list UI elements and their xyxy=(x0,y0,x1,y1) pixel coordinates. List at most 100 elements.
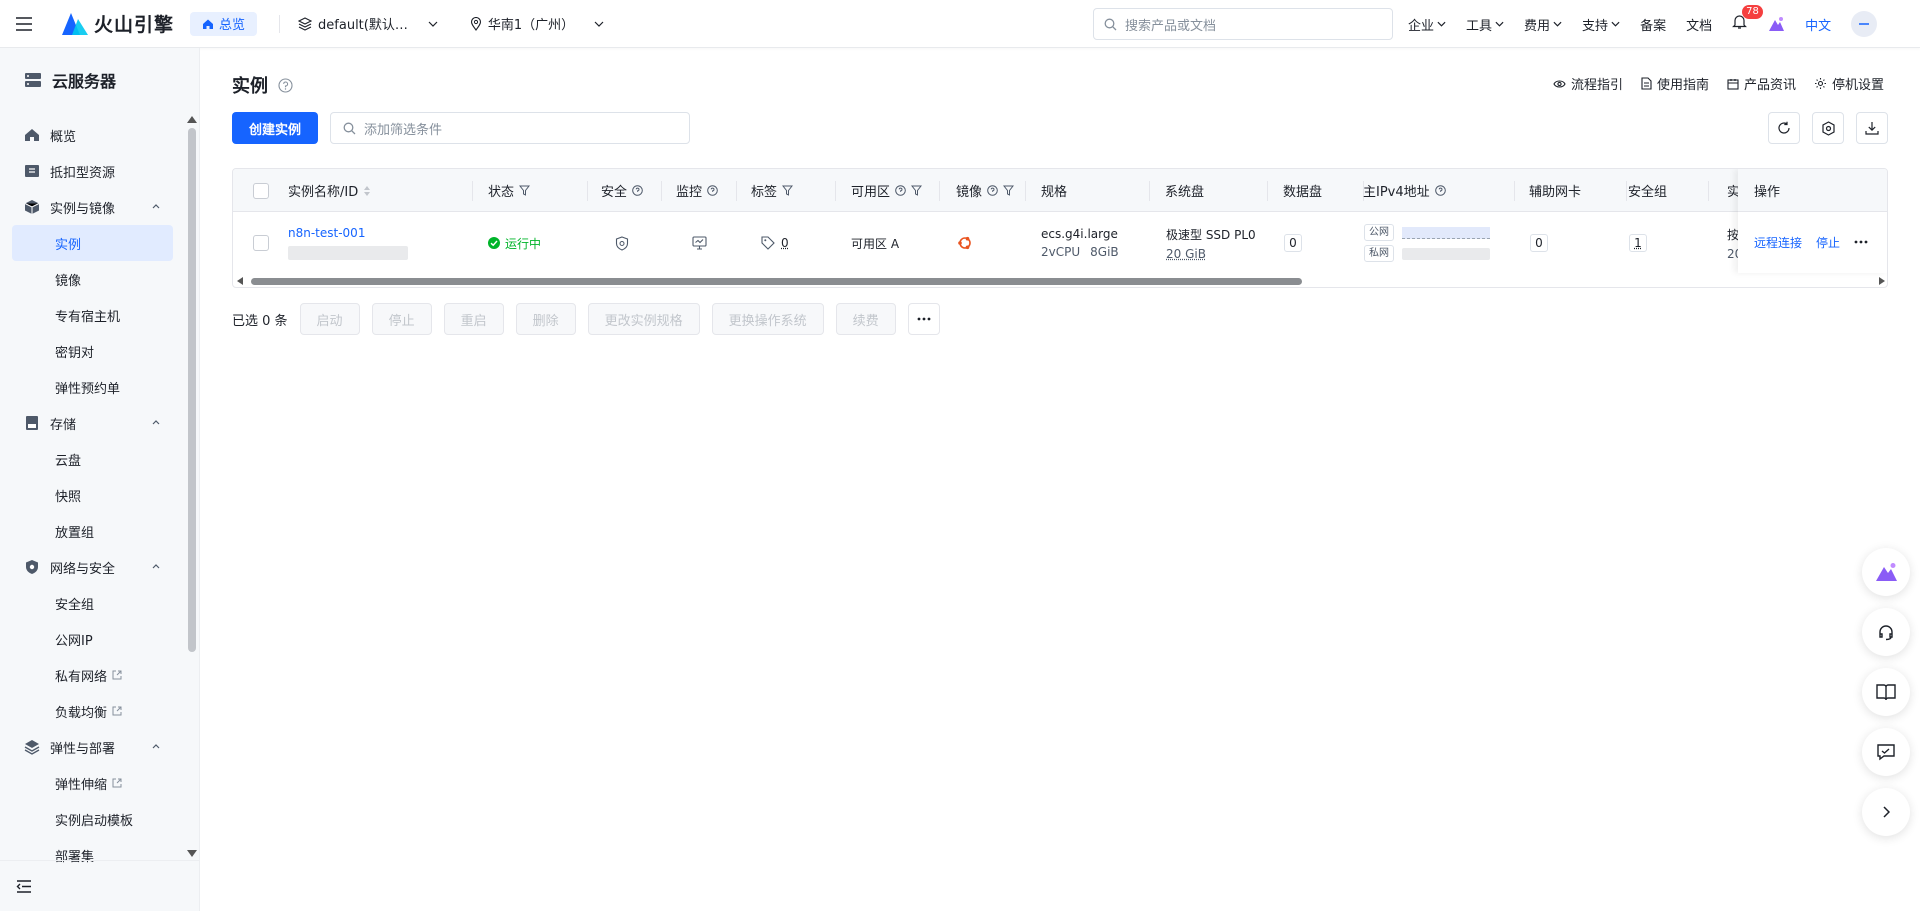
sidebar-item-dedicated-host[interactable]: 专有宿主机 xyxy=(12,297,173,333)
docs-button[interactable] xyxy=(1862,668,1910,716)
checkbox[interactable] xyxy=(253,182,269,199)
shield-icon[interactable] xyxy=(615,235,629,251)
remote-connect-link[interactable]: 远程连接 xyxy=(1754,234,1802,251)
scroll-up-arrow[interactable] xyxy=(187,116,197,123)
renew-button[interactable]: 续费 xyxy=(835,303,896,335)
region-selector[interactable]: 华南1（广州） xyxy=(470,14,604,33)
sidebar-item-deduction[interactable]: 抵扣型资源 xyxy=(12,153,173,189)
sidebar-group-network-security[interactable]: 网络与安全 xyxy=(12,549,173,585)
filter-icon[interactable] xyxy=(519,185,531,196)
sidebar-group-instances-images[interactable]: 实例与镜像 xyxy=(12,189,173,225)
public-ip-redacted[interactable] xyxy=(1402,226,1490,239)
sidebar-item-cloud-disk[interactable]: 云盘 xyxy=(12,441,173,477)
table-horizontal-scrollbar[interactable] xyxy=(233,274,1887,287)
nav-billing[interactable]: 费用 xyxy=(1524,15,1562,34)
secondary-nic-count[interactable]: 0 xyxy=(1530,234,1548,252)
sidebar-item-launch-template[interactable]: 实例启动模板 xyxy=(12,801,173,837)
col-name[interactable]: 实例名称/ID xyxy=(288,169,371,212)
col-zone[interactable]: 可用区 xyxy=(851,169,923,212)
scroll-thumb[interactable] xyxy=(251,278,1302,285)
nav-filing[interactable]: 备案 xyxy=(1640,15,1666,34)
help-circle-icon[interactable] xyxy=(1434,185,1446,196)
select-all-checkbox[interactable] xyxy=(253,169,269,212)
nav-docs[interactable]: 文档 xyxy=(1686,15,1712,34)
filter-icon[interactable] xyxy=(782,185,794,196)
language-switch[interactable]: 中文 xyxy=(1805,15,1831,34)
refresh-button[interactable] xyxy=(1768,112,1800,144)
more-icon[interactable] xyxy=(1854,240,1868,244)
col-tags[interactable]: 标签 xyxy=(751,169,794,212)
filter-icon[interactable] xyxy=(1003,185,1015,196)
nav-support[interactable]: 支持 xyxy=(1582,15,1620,34)
overview-button[interactable]: 总览 xyxy=(190,11,258,36)
menu-icon[interactable] xyxy=(0,0,48,48)
sidebar-item-placement-group[interactable]: 放置组 xyxy=(12,513,173,549)
help-circle-icon[interactable] xyxy=(707,185,718,196)
change-os-button[interactable]: 更换操作系统 xyxy=(711,303,824,335)
brand-logo[interactable]: 火山引擎 xyxy=(62,10,174,37)
system-disk-size[interactable]: 20 GiB xyxy=(1166,247,1256,261)
sidebar-item-elastic-reservation[interactable]: 弹性预约单 xyxy=(12,369,173,405)
col-image[interactable]: 镜像 xyxy=(956,169,1015,212)
checkbox[interactable] xyxy=(253,235,269,251)
download-button[interactable] xyxy=(1856,112,1888,144)
security-group-count[interactable]: 1 xyxy=(1629,234,1647,252)
help-circle-icon[interactable] xyxy=(987,185,998,196)
restart-button[interactable]: 重启 xyxy=(443,303,504,335)
sidebar-item-vpc[interactable]: 私有网络 xyxy=(12,657,173,693)
private-ip-redacted[interactable] xyxy=(1402,247,1490,260)
instance-name-link[interactable]: n8n-test-001 xyxy=(288,226,408,240)
sidebar-group-elastic-deploy[interactable]: 弹性与部署 xyxy=(12,729,173,765)
cell-tags[interactable]: 0 xyxy=(761,213,789,273)
stop-button[interactable]: 停止 xyxy=(371,303,432,335)
link-process-guide[interactable]: 流程指引 xyxy=(1553,74,1623,93)
ubuntu-icon[interactable] xyxy=(957,235,973,251)
start-button[interactable]: 启动 xyxy=(299,303,360,335)
sidebar-item-public-ip[interactable]: 公网IP xyxy=(12,621,173,657)
scroll-left-arrow[interactable] xyxy=(237,277,243,285)
create-instance-button[interactable]: 创建实例 xyxy=(232,112,318,144)
link-user-guide[interactable]: 使用指南 xyxy=(1641,74,1709,93)
sidebar-item-keypair[interactable]: 密钥对 xyxy=(12,333,173,369)
expand-button[interactable] xyxy=(1862,788,1910,836)
row-select[interactable] xyxy=(253,213,269,273)
global-search[interactable]: 搜索产品或文档 xyxy=(1093,8,1393,40)
help-circle-icon[interactable] xyxy=(895,185,906,196)
sidebar-item-security-group[interactable]: 安全组 xyxy=(12,585,173,621)
sidebar-item-load-balancer[interactable]: 负载均衡 xyxy=(12,693,173,729)
avatar[interactable] xyxy=(1851,11,1878,37)
filter-input[interactable]: 添加筛选条件 xyxy=(330,112,690,144)
stop-link[interactable]: 停止 xyxy=(1816,234,1840,251)
sidebar-item-instance[interactable]: 实例 xyxy=(12,225,173,261)
change-spec-button[interactable]: 更改实例规格 xyxy=(587,303,700,335)
ai-assistant-icon[interactable] xyxy=(1767,16,1785,32)
ai-assistant-button[interactable] xyxy=(1862,548,1910,596)
sidebar-item-overview[interactable]: 概览 xyxy=(12,117,173,153)
sidebar-item-autoscaling[interactable]: 弹性伸缩 xyxy=(12,765,173,801)
monitor-icon[interactable] xyxy=(692,236,707,250)
sort-icon[interactable] xyxy=(363,185,371,197)
sidebar-group-storage[interactable]: 存储 xyxy=(12,405,173,441)
notification-button[interactable]: 78 xyxy=(1732,5,1763,34)
link-product-news[interactable]: 产品资讯 xyxy=(1727,74,1796,93)
col-status[interactable]: 状态 xyxy=(488,169,531,212)
nav-tools[interactable]: 工具 xyxy=(1466,15,1504,34)
delete-button[interactable]: 删除 xyxy=(515,303,576,335)
customer-service-button[interactable] xyxy=(1862,608,1910,656)
sidebar-scrollbar[interactable] xyxy=(188,128,196,652)
sidebar-item-image[interactable]: 镜像 xyxy=(12,261,173,297)
tag-count[interactable]: 0 xyxy=(761,236,789,250)
link-shutdown-settings[interactable]: 停机设置 xyxy=(1814,74,1884,93)
settings-button[interactable] xyxy=(1812,112,1844,144)
collapse-sidebar-button[interactable] xyxy=(0,860,200,911)
sidebar-item-snapshot[interactable]: 快照 xyxy=(12,477,173,513)
feedback-button[interactable] xyxy=(1862,728,1910,776)
data-disk-count[interactable]: 0 xyxy=(1284,234,1302,252)
nav-enterprise[interactable]: 企业 xyxy=(1408,15,1446,34)
scroll-down-arrow[interactable] xyxy=(187,850,197,857)
project-selector[interactable]: default(默认… xyxy=(298,14,438,33)
more-actions-button[interactable] xyxy=(907,303,940,335)
filter-icon[interactable] xyxy=(911,185,923,196)
help-circle-icon[interactable] xyxy=(632,185,643,196)
help-circle-icon[interactable] xyxy=(278,77,293,93)
